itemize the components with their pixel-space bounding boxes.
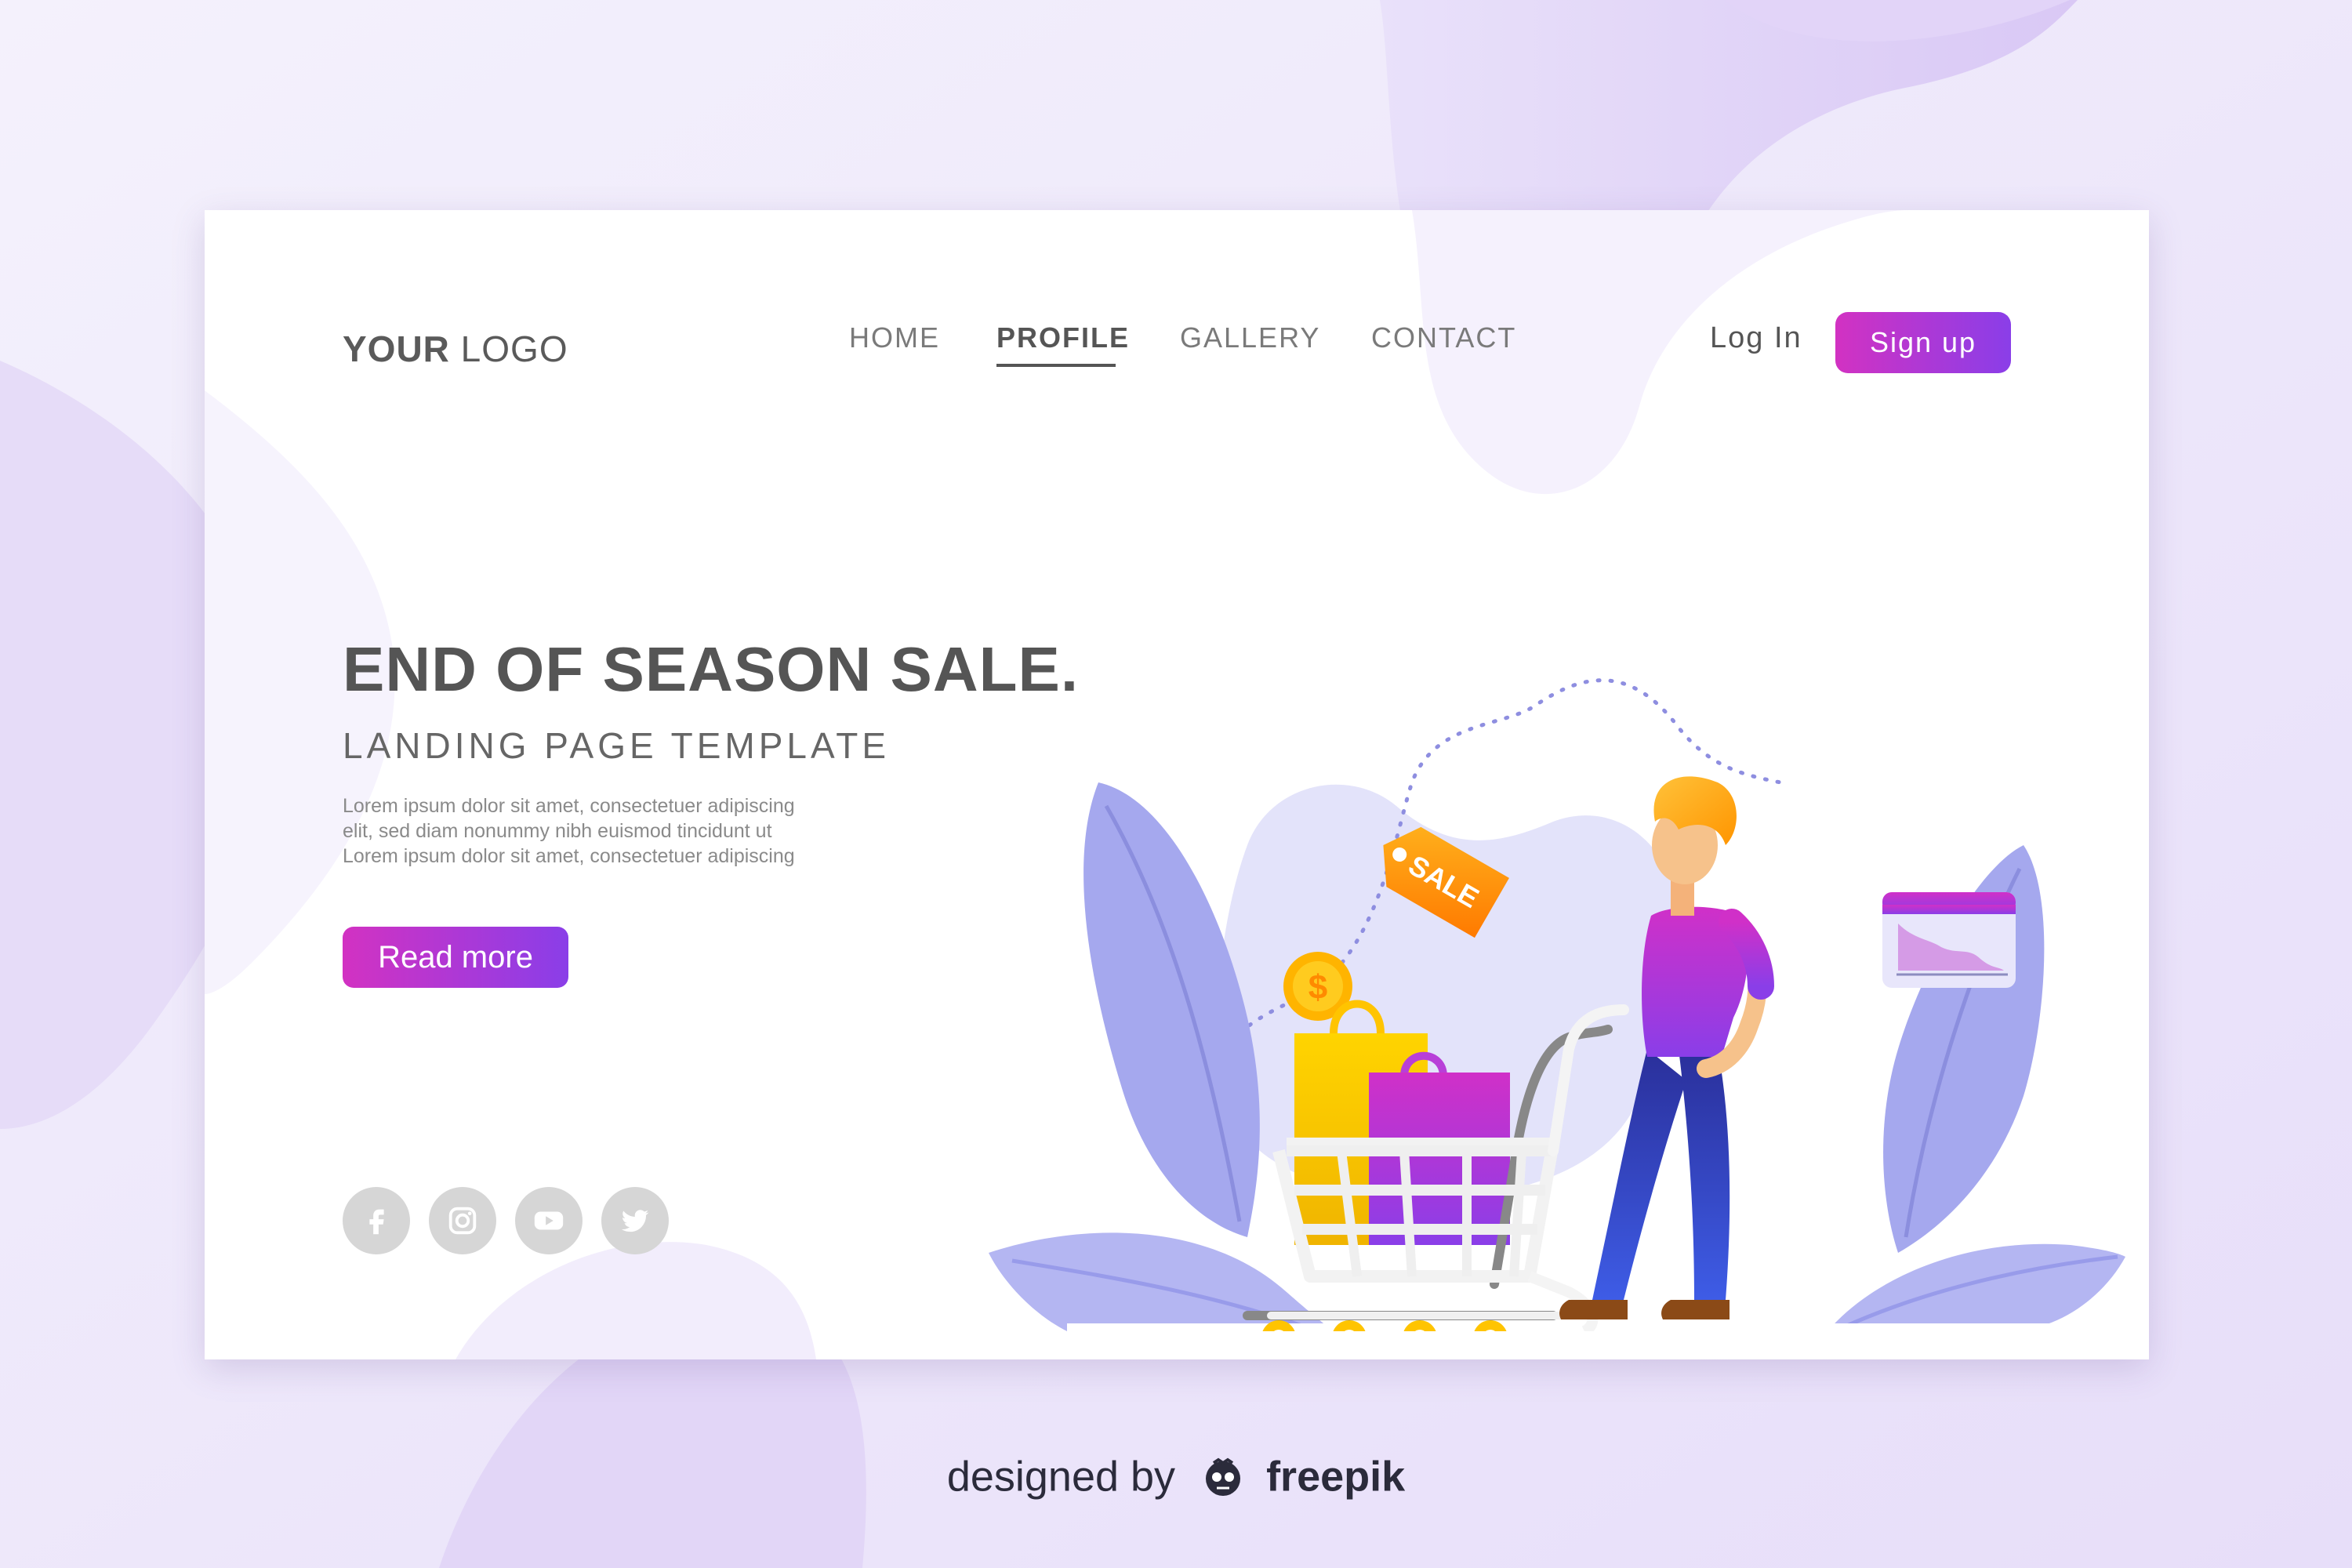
instagram-icon[interactable] [429,1187,496,1254]
footer-prefix: designed by [946,1453,1176,1501]
youtube-icon[interactable] [515,1187,583,1254]
hero-body-line: Lorem ipsum dolor sit amet, consectetuer… [343,795,795,817]
site-logo[interactable]: YOUR LOGO [343,328,568,375]
hero-subtitle: LANDING PAGE TEMPLATE [343,725,891,766]
nav-home[interactable]: HOME [849,321,940,354]
hero-body: Lorem ipsum dolor sit amet, consectetuer… [343,793,891,869]
nav-active-underline [996,364,1116,367]
hero-body-line: Lorem ipsum dolor sit amet, consectetuer… [343,845,795,867]
nav-contact[interactable]: CONTACT [1371,321,1516,354]
signup-button[interactable]: Sign up [1835,312,2011,373]
freepik-robot-icon [1206,1457,1241,1496]
twitter-icon[interactable] [601,1187,669,1254]
footer-credit: designed by freepik [0,1450,2352,1508]
leaf-left-tall [1083,782,1260,1237]
nav-gallery[interactable]: GALLERY [1180,321,1320,354]
landing-card: YOUR LOGO HOME PROFILE GALLERY CONTACT L… [205,210,2149,1359]
hero-body-line: elit, sed diam nonummy nibh euismod tinc… [343,820,772,842]
footer-brand[interactable]: freepik [1266,1453,1405,1500]
facebook-icon[interactable] [343,1187,410,1254]
coin-symbol: $ [1308,968,1327,1007]
nav-profile[interactable]: PROFILE [996,321,1130,354]
read-more-button[interactable]: Read more [343,927,568,988]
leaf-right-low [1828,1243,2125,1331]
hero-title: END OF SEASON SALE. [343,634,1080,704]
analytics-card [1882,892,2016,988]
logo-light-text: LOGO [449,328,568,369]
login-link[interactable]: Log In [1710,321,1802,355]
shopping-illustration: $ SALE [989,678,2125,1331]
logo-bold-text: YOUR [343,328,450,369]
